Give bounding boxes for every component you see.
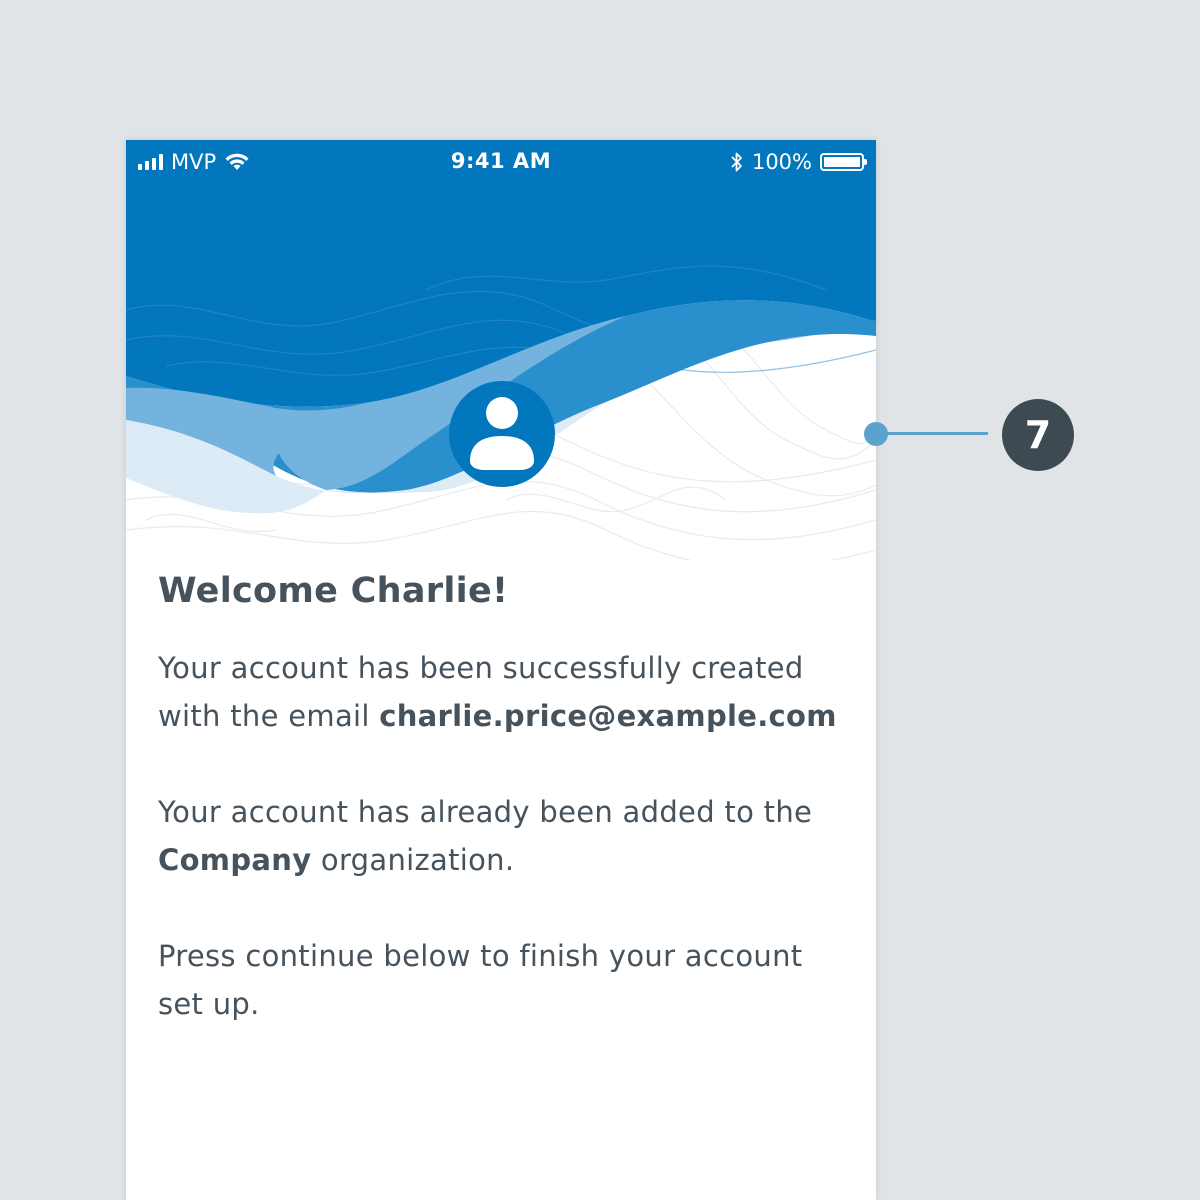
status-bar: MVP 9:41 AM 100% (126, 140, 876, 186)
continue-instruction-text: Press continue below to finish your acco… (158, 939, 803, 1021)
bluetooth-icon (731, 152, 742, 172)
avatar (449, 381, 555, 487)
callout-line (876, 432, 988, 435)
account-created-text: Your account has been successfully creat… (158, 644, 848, 740)
welcome-title: Welcome Charlie! (158, 571, 509, 611)
account-email: charlie.price@example.com (379, 699, 837, 733)
organization-suffix: organization. (311, 843, 515, 877)
callout-dot (864, 422, 888, 446)
status-right: 100% (730, 150, 867, 174)
phone-screen: MVP 9:41 AM 100% Welcome Charlie! Your a… (126, 140, 876, 1200)
battery-percent: 100% (751, 150, 812, 174)
organization-message: Your account has already been added to t… (158, 795, 813, 829)
header-wave-background (126, 140, 876, 560)
user-icon (470, 397, 534, 470)
callout-number-badge: 7 (1002, 399, 1074, 471)
battery-icon (820, 153, 867, 171)
organization-name: Company (158, 843, 312, 877)
organization-text: Your account has already been added to t… (158, 788, 848, 884)
welcome-content: Welcome Charlie! Your account has been s… (158, 570, 848, 1028)
